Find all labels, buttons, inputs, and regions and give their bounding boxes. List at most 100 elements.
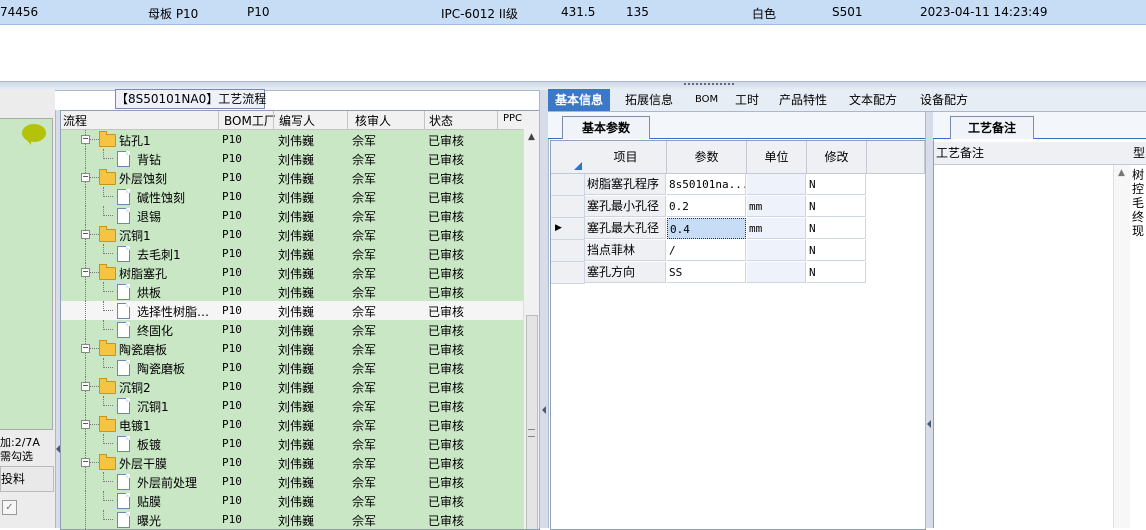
document-icon bbox=[117, 284, 130, 300]
author: 刘伟巍 bbox=[278, 153, 315, 167]
status: 已审核 bbox=[428, 381, 465, 395]
tab-process-notes[interactable]: 工艺备注 bbox=[950, 116, 1034, 139]
param-modified[interactable]: N bbox=[807, 262, 866, 283]
status: 已审核 bbox=[428, 305, 465, 319]
reviewer: 佘军 bbox=[352, 514, 377, 528]
param-row-header[interactable]: ▶ bbox=[551, 218, 585, 240]
tab-1[interactable]: 拓展信息 bbox=[618, 89, 680, 111]
col-header-reviewer[interactable]: 核审人 bbox=[355, 112, 391, 129]
param-value[interactable]: 0.4 bbox=[667, 218, 746, 239]
process-row[interactable]: 去毛刺1 P10 刘伟巍 佘军 已审核 bbox=[61, 244, 523, 263]
param-value[interactable]: 0.2 bbox=[667, 196, 746, 217]
author: 刘伟巍 bbox=[278, 286, 315, 300]
param-modified[interactable]: N bbox=[807, 174, 866, 195]
process-row[interactable]: 沉铜1 P10 刘伟巍 佘军 已审核 bbox=[61, 396, 523, 415]
bom-factory: P10 bbox=[222, 342, 242, 355]
process-row[interactable]: − 沉铜1 P10 刘伟巍 佘军 已审核 bbox=[61, 225, 523, 244]
chat-bubble-icon[interactable] bbox=[22, 124, 46, 145]
param-item: 挡点菲林 bbox=[585, 240, 666, 261]
process-row[interactable]: − 钻孔1 P10 刘伟巍 佘军 已审核 bbox=[61, 130, 523, 149]
param-col-header[interactable]: 单位 bbox=[747, 141, 807, 174]
process-row[interactable]: 曝光 P10 刘伟巍 佘军 已审核 bbox=[61, 510, 523, 529]
collapse-middle-icon[interactable] bbox=[542, 406, 546, 414]
document-icon bbox=[117, 208, 130, 224]
author: 刘伟巍 bbox=[278, 210, 315, 224]
middle-splitter[interactable] bbox=[539, 90, 549, 528]
tab-3[interactable]: 工时 bbox=[728, 89, 766, 111]
process-row[interactable]: 板镀 P10 刘伟巍 佘军 已审核 bbox=[61, 434, 523, 453]
param-value[interactable]: / bbox=[667, 240, 746, 261]
notes-column-header[interactable]: 工艺备注 bbox=[934, 142, 1133, 165]
flow-name: 碱性蚀刻 bbox=[137, 191, 186, 205]
notes-column-header-type[interactable]: 型 bbox=[1131, 142, 1146, 165]
process-row[interactable]: 碱性蚀刻 P10 刘伟巍 佘军 已审核 bbox=[61, 187, 523, 206]
param-col-header[interactable]: 参数 bbox=[667, 141, 747, 174]
tab-5[interactable]: 文本配方 bbox=[842, 89, 904, 111]
process-row[interactable]: 贴膜 P10 刘伟巍 佘军 已审核 bbox=[61, 491, 523, 510]
param-row-header[interactable] bbox=[551, 262, 585, 284]
col-header-status[interactable]: 状态 bbox=[429, 112, 453, 129]
param-value[interactable]: 8s50101na... bbox=[667, 174, 746, 195]
param-col-header[interactable]: 项目 bbox=[585, 141, 667, 174]
param-grid[interactable]: 项目 参数 单位 修改 树脂塞孔程序 8s50101na... N 塞孔最小孔径 0.2 mm N ▶… bbox=[550, 140, 926, 530]
param-corner-cell bbox=[551, 141, 586, 174]
tab-2[interactable]: BOM bbox=[688, 89, 725, 111]
tab-0[interactable]: 基本信息 bbox=[548, 89, 611, 111]
tab-6[interactable]: 设备配方 bbox=[913, 89, 975, 111]
process-row[interactable]: − 外层蚀刻 P10 刘伟巍 佘军 已审核 bbox=[61, 168, 523, 187]
param-value[interactable]: SS bbox=[667, 262, 746, 283]
process-row[interactable]: 终固化 P10 刘伟巍 佘军 已审核 bbox=[61, 320, 523, 339]
col-header-author[interactable]: 编写人 bbox=[279, 112, 315, 129]
param-row-header[interactable] bbox=[551, 196, 585, 218]
process-row[interactable]: 外层前处理 P10 刘伟巍 佘军 已审核 bbox=[61, 472, 523, 491]
col-header-ppc[interactable]: PPC bbox=[503, 113, 522, 124]
process-row[interactable]: − 树脂塞孔 P10 刘伟巍 佘军 已审核 bbox=[61, 263, 523, 282]
tab-basic-params[interactable]: 基本参数 bbox=[562, 116, 650, 139]
author: 刘伟巍 bbox=[278, 229, 315, 243]
param-unit[interactable] bbox=[747, 262, 806, 283]
notes-scrollbar[interactable]: ▲ bbox=[1113, 165, 1130, 528]
param-col-header[interactable]: 修改 bbox=[807, 141, 867, 174]
tab-4[interactable]: 产品特性 bbox=[772, 89, 834, 111]
author: 刘伟巍 bbox=[278, 514, 315, 528]
scroll-thumb[interactable] bbox=[526, 315, 538, 529]
scroll-grip-icon bbox=[528, 429, 535, 437]
feed-checkbox[interactable]: ✓ bbox=[2, 500, 17, 515]
process-row[interactable]: 陶瓷磨板 P10 刘伟巍 佘军 已审核 bbox=[61, 358, 523, 377]
folder-icon bbox=[99, 264, 116, 280]
process-title: 【8S50101NA0】工艺流程 bbox=[115, 89, 266, 109]
process-row[interactable]: 退锡 P10 刘伟巍 佘军 已审核 bbox=[61, 206, 523, 225]
process-row[interactable]: − 陶瓷磨板 P10 刘伟巍 佘军 已审核 bbox=[61, 339, 523, 358]
process-row[interactable]: 背钻 P10 刘伟巍 佘军 已审核 bbox=[61, 149, 523, 168]
process-row[interactable]: 烘板 P10 刘伟巍 佘军 已审核 bbox=[61, 282, 523, 301]
process-grid[interactable]: 流程 BOM工厂 编写人 核审人 状态 PPC − 钻孔1 P10 刘伟巍 佘军 已审核背… bbox=[60, 110, 540, 530]
selected-record-row[interactable]: 74456 母板 P10 P10 IPC-6012 II级 431.5 135 … bbox=[0, 0, 1146, 25]
process-scrollbar[interactable]: ▲ bbox=[523, 129, 539, 529]
scroll-up-icon[interactable]: ▲ bbox=[528, 132, 535, 142]
record-list-empty-area bbox=[0, 25, 1146, 81]
process-row[interactable]: − 沉铜2 P10 刘伟巍 佘军 已审核 bbox=[61, 377, 523, 396]
record-cell-color: 白色 bbox=[752, 7, 777, 21]
param-modified[interactable]: N bbox=[807, 240, 866, 261]
param-row-header[interactable] bbox=[551, 174, 585, 196]
param-modified[interactable]: N bbox=[807, 196, 866, 217]
status: 已审核 bbox=[428, 362, 465, 376]
bom-factory: P10 bbox=[222, 399, 242, 412]
col-header-bom-factory[interactable]: BOM工厂 bbox=[224, 112, 276, 129]
param-row-header[interactable] bbox=[551, 240, 585, 262]
bom-factory: P10 bbox=[222, 494, 242, 507]
collapse-right-icon[interactable] bbox=[927, 420, 931, 428]
param-unit[interactable] bbox=[747, 174, 806, 195]
param-unit[interactable]: mm bbox=[747, 218, 806, 239]
flow-name: 电镀1 bbox=[119, 419, 151, 433]
param-unit[interactable] bbox=[747, 240, 806, 261]
process-row[interactable]: 选择性树脂… P10 刘伟巍 佘军 已审核 bbox=[61, 301, 523, 320]
reviewer: 佘军 bbox=[352, 419, 377, 433]
process-row[interactable]: − 外层干膜 P10 刘伟巍 佘军 已审核 bbox=[61, 453, 523, 472]
record-cell-value-b: 135 bbox=[626, 5, 649, 19]
param-unit[interactable]: mm bbox=[747, 196, 806, 217]
col-header-flow[interactable]: 流程 bbox=[63, 112, 87, 129]
param-modified[interactable]: N bbox=[807, 218, 866, 239]
notes-scroll-up-icon[interactable]: ▲ bbox=[1118, 168, 1125, 178]
process-row[interactable]: − 电镀1 P10 刘伟巍 佘军 已审核 bbox=[61, 415, 523, 434]
